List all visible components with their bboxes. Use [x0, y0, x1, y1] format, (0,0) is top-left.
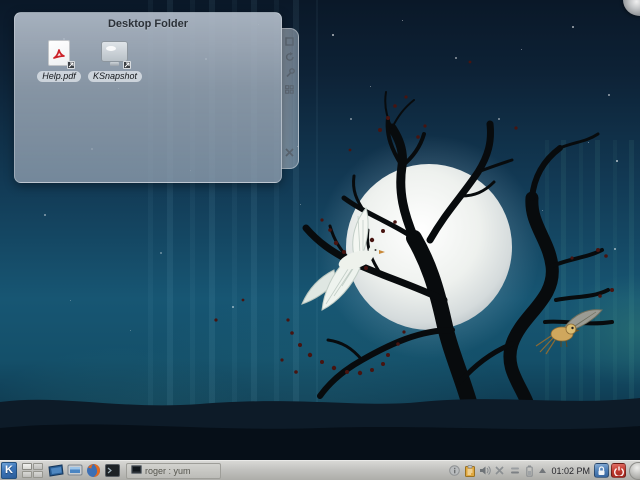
pager-desktop-4[interactable]	[33, 471, 43, 478]
desktop-wallpaper: Desktop Folder Help.pdf KSnapshot	[0, 0, 640, 460]
desktop-folder-widget: Desktop Folder Help.pdf KSnapshot	[14, 12, 282, 183]
resize-icon[interactable]	[284, 35, 296, 47]
computer-icon[interactable]	[66, 462, 83, 479]
yellow-bird	[535, 309, 603, 355]
pager-desktop-1[interactable]	[22, 463, 32, 470]
battery-icon[interactable]	[523, 464, 536, 477]
close-icon[interactable]	[284, 146, 296, 158]
ksnapshot-monitor-icon	[101, 40, 131, 69]
pager-desktop-2[interactable]	[33, 463, 43, 470]
link-emblem-icon	[67, 61, 75, 69]
maximize-icon[interactable]	[284, 83, 296, 95]
konsole-icon[interactable]	[104, 462, 121, 479]
pager-desktop-3[interactable]	[22, 471, 32, 478]
virtual-desktop-pager[interactable]	[22, 463, 43, 478]
task-button-label: roger : yum	[145, 465, 191, 476]
notifier-icon[interactable]	[448, 464, 461, 477]
panel-toolbox-cashew[interactable]	[629, 461, 640, 480]
folder-items: Help.pdf KSnapshot	[15, 30, 281, 82]
desktop-icon-ksnapshot[interactable]: KSnapshot	[87, 40, 143, 82]
show-desktop-icon[interactable]	[47, 462, 64, 479]
kde-menu-icon[interactable]: K	[1, 462, 17, 479]
taskbar-panel: K roger : yum 01:02 PM	[0, 460, 640, 480]
leave-power-icon[interactable]	[611, 463, 626, 478]
input-x-icon[interactable]	[493, 464, 506, 477]
desktop-icon-label: Help.pdf	[37, 71, 81, 82]
configure-wrench-icon[interactable]	[284, 67, 296, 79]
pdf-document-icon	[45, 40, 75, 69]
lock-screen-icon[interactable]	[594, 463, 609, 478]
tray-expander-arrow[interactable]	[538, 464, 547, 477]
folder-widget-title: Desktop Folder	[107, 18, 189, 30]
network-icon[interactable]	[508, 464, 521, 477]
klipper-clipboard-icon[interactable]	[463, 464, 476, 477]
terminal-window-icon	[131, 462, 142, 480]
rotate-icon[interactable]	[284, 51, 296, 63]
ground-near	[0, 424, 640, 460]
desktop-icon-label: KSnapshot	[87, 71, 143, 82]
clock[interactable]: 01:02 PM	[551, 466, 590, 476]
firefox-icon[interactable]	[85, 462, 102, 479]
link-emblem-icon	[123, 61, 131, 69]
volume-icon[interactable]	[478, 464, 491, 477]
system-tray	[448, 464, 547, 477]
task-button-konsole[interactable]: roger : yum	[126, 462, 221, 480]
folder-widget-handle	[281, 28, 299, 169]
desktop-icon-help-pdf[interactable]: Help.pdf	[31, 40, 87, 82]
